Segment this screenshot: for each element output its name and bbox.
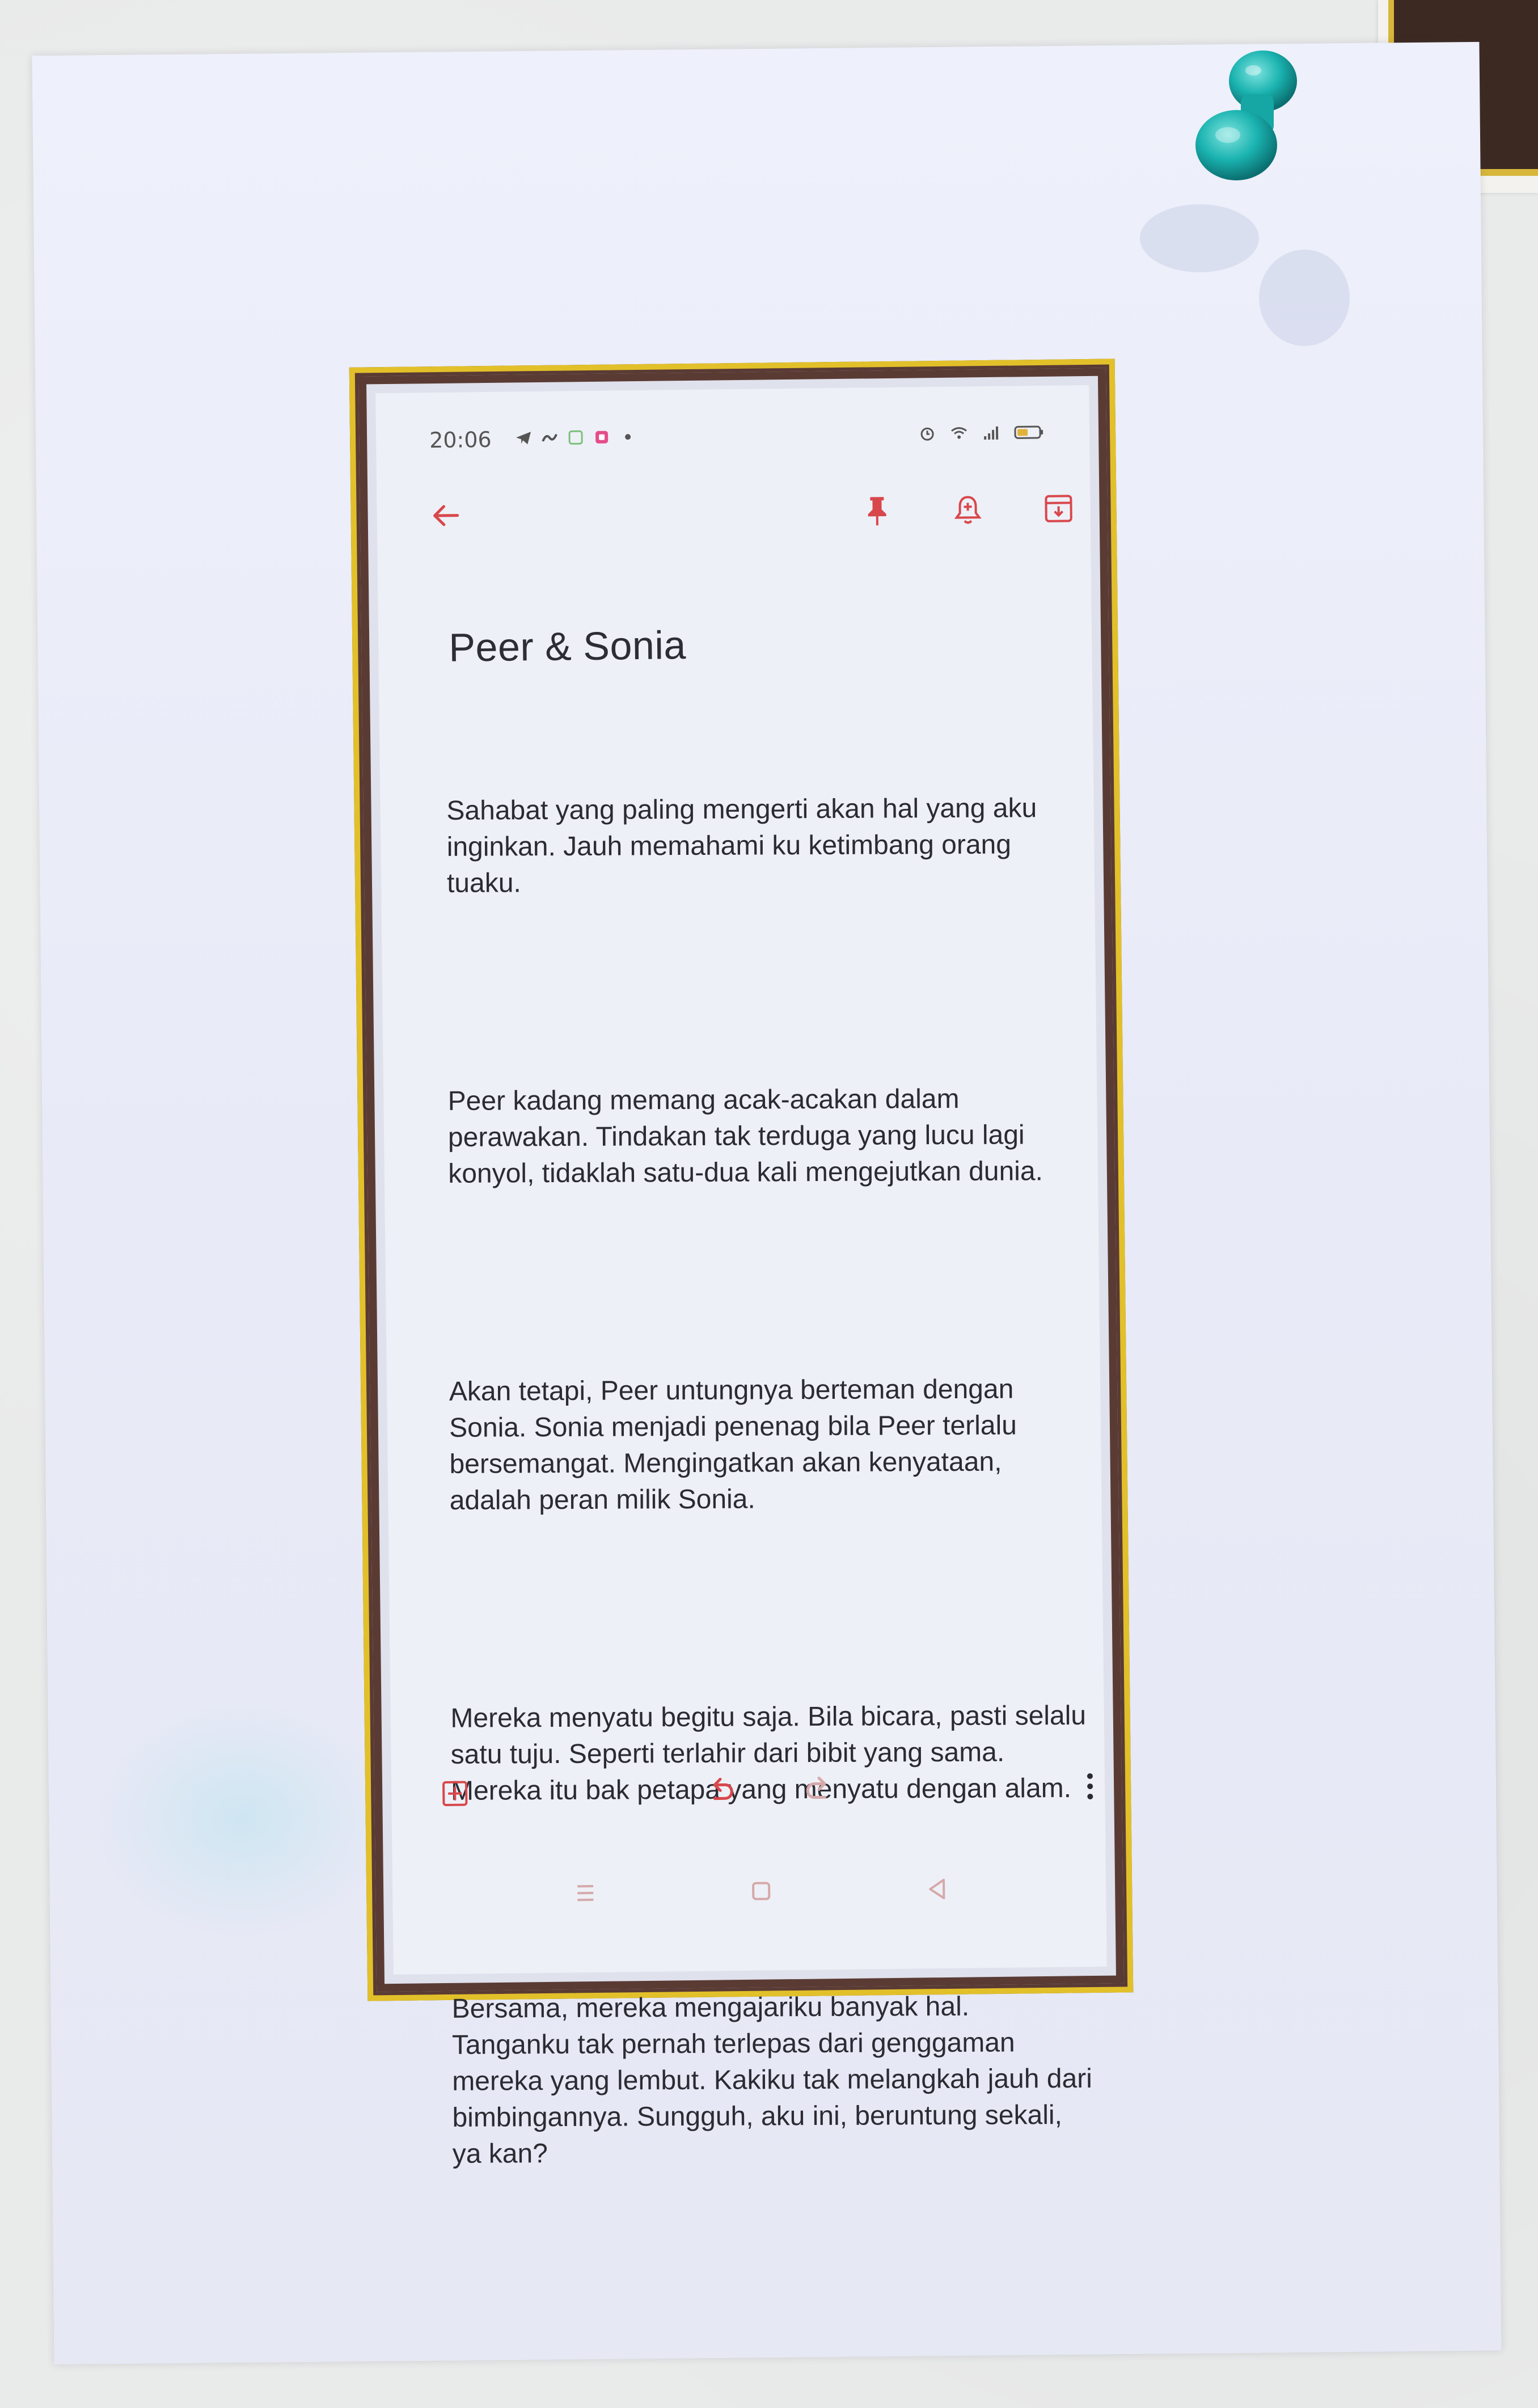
pin-icon — [868, 497, 886, 526]
add-content-button[interactable] — [431, 1769, 479, 1817]
push-pin-icon — [1195, 50, 1297, 180]
status-time: 20:06 — [429, 427, 492, 453]
note-paragraph: Peer kadang memang acak-acakan dalam per… — [447, 1083, 1043, 1189]
dot-icon — [625, 434, 631, 440]
plus-box-icon — [442, 1781, 468, 1806]
pin-shadow-secondary — [1259, 250, 1350, 346]
note-title[interactable]: Peer & Sonia — [449, 622, 686, 670]
note-bottom-bar — [431, 1763, 1093, 1821]
note-paragraph: Bersama, mereka mengajariku banyak hal. … — [451, 1991, 1092, 2169]
alarm-icon — [920, 427, 934, 441]
recents-button[interactable] — [563, 1870, 609, 1916]
arrow-left-icon — [433, 505, 459, 526]
menu-lines-icon — [577, 1885, 594, 1901]
note-toolbar — [422, 485, 1072, 543]
wifi-icon — [951, 427, 967, 439]
square-icon — [752, 1882, 771, 1900]
phone-screenshot-border: 20:06 Peer & Sonia Sahabat yang paling m… — [358, 368, 1125, 2169]
archive-down-icon — [1045, 495, 1072, 522]
status-left-icons — [514, 428, 637, 447]
paper-stain — [93, 1697, 391, 1939]
note-screen: 20:06 Peer & Sonia Sahabat yang paling m… — [375, 385, 1107, 2169]
home-button[interactable] — [738, 1868, 784, 1914]
telegram-icon — [516, 432, 531, 445]
note-paragraph: Sahabat yang paling mengerti akan hal ya… — [446, 793, 1045, 899]
triangle-left-icon — [929, 1879, 945, 1900]
redo-icon — [806, 1777, 826, 1799]
undo-icon — [713, 1777, 733, 1800]
more-options-button[interactable] — [1066, 1762, 1114, 1811]
square-notification-icon — [568, 430, 583, 445]
pin-button[interactable] — [853, 487, 901, 535]
status-right-icons — [918, 423, 1044, 443]
battery-icon — [1014, 425, 1043, 439]
note-body[interactable]: Sahabat yang paling mengerti akan hal ya… — [446, 718, 1094, 2245]
redo-button[interactable] — [794, 1765, 842, 1814]
colored-app-icon — [595, 431, 609, 444]
status-bar: 20:06 — [429, 419, 1045, 459]
undo-button[interactable] — [698, 1766, 746, 1815]
back-button[interactable] — [422, 491, 470, 539]
signal-icon — [984, 426, 999, 440]
app-notification-icon — [542, 433, 557, 442]
reminder-button[interactable] — [944, 486, 992, 534]
system-nav-bar — [563, 1866, 948, 1922]
archive-button[interactable] — [1034, 484, 1083, 533]
note-paragraph: Akan tetapi, Peer untungnya berteman den… — [449, 1374, 1025, 1516]
system-back-button[interactable] — [914, 1866, 960, 1912]
more-vertical-icon — [1087, 1773, 1093, 1800]
bell-plus-icon — [954, 496, 982, 524]
phone-screenshot-frame: 20:06 Peer & Sonia Sahabat yang paling m… — [349, 359, 1134, 2169]
